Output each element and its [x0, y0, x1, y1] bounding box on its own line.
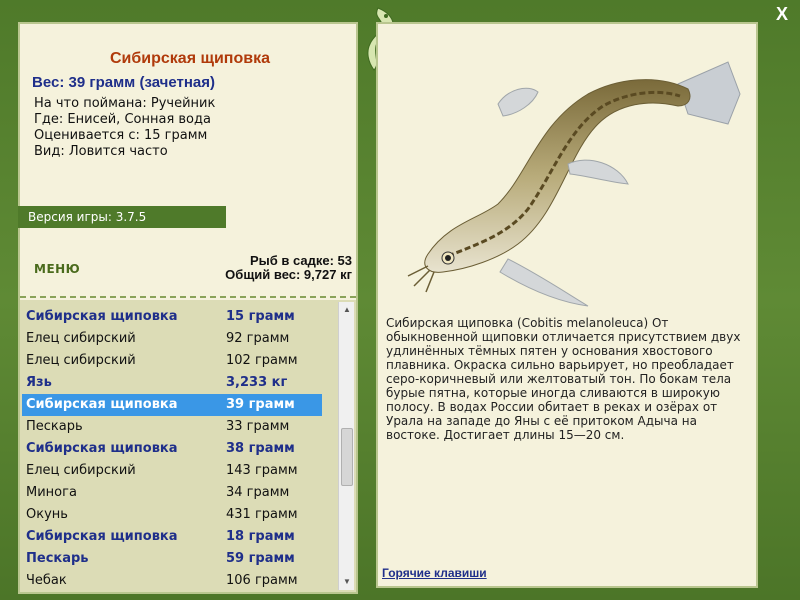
catch-row[interactable]: Окунь 431 грамм — [22, 504, 322, 526]
catch-name: Елец сибирский — [26, 331, 136, 346]
catch-weight: 431 грамм — [226, 507, 298, 522]
catch-weight: 38 грамм — [226, 441, 295, 456]
hotkeys-link[interactable]: Горячие клавиши — [382, 566, 487, 580]
catch-weight: 33 грамм — [226, 419, 290, 434]
catch-row[interactable]: Сибирская щиповка 39 грамм — [22, 394, 322, 416]
catch-list[interactable]: Сибирская щиповка 15 грамм Елец сибирский 9… — [20, 300, 356, 592]
catch-row[interactable]: Минога 34 грамм — [22, 482, 322, 504]
menu-button[interactable]: МЕНЮ — [34, 262, 80, 276]
catch-name: Чебак — [26, 573, 67, 588]
catch-name: Елец сибирский — [26, 463, 136, 478]
fish-weight: Вес: 39 грамм (зачетная) — [32, 74, 216, 91]
catch-panel: Сибирская щиповка Вес: 39 грамм (зачетна… — [18, 22, 358, 594]
divider — [20, 296, 356, 298]
scroll-down-icon[interactable]: ▼ — [339, 574, 355, 590]
catch-weight: 15 грамм — [226, 309, 295, 324]
fish-count: Рыб в садке: 53 — [249, 253, 352, 268]
version-bar: Версия игры: 3.7.5 — [18, 206, 226, 228]
fish-info-panel: Сибирская щиповка (Cobitis melanoleuca) … — [376, 22, 758, 588]
catch-weight: 143 грамм — [226, 463, 298, 478]
fish-kind: Вид: Ловится часто — [34, 144, 168, 159]
location: Где: Енисей, Сонная вода — [34, 112, 211, 127]
catch-name: Сибирская щиповка — [26, 529, 178, 544]
catch-row[interactable]: Чебак 106 грамм — [22, 570, 322, 592]
catch-weight: 92 грамм — [226, 331, 290, 346]
catch-name: Пескарь — [26, 551, 89, 566]
catch-name: Язь — [26, 375, 52, 390]
catch-weight: 102 грамм — [226, 353, 298, 368]
total-weight: Общий вес: 9,727 кг — [225, 267, 352, 282]
catch-name: Окунь — [26, 507, 68, 522]
catch-weight: 59 грамм — [226, 551, 295, 566]
fish-image — [407, 61, 741, 307]
caught-on: На что поймана: Ручейник — [34, 96, 216, 111]
scrollbar[interactable]: ▲ ▼ — [338, 302, 354, 590]
catch-weight: 39 грамм — [226, 397, 295, 412]
keepnet-stats: Рыб в садке: 53 Общий вес: 9,727 кг — [225, 254, 352, 282]
catch-name: Пескарь — [26, 419, 83, 434]
scroll-thumb[interactable] — [341, 428, 353, 486]
catch-name: Минога — [26, 485, 77, 500]
catch-row[interactable]: Язь 3,233 кг — [22, 372, 322, 394]
catch-row[interactable]: Пескарь 59 грамм — [22, 548, 322, 570]
fish-title: Сибирская щиповка — [110, 50, 270, 67]
catch-row[interactable]: Елец сибирский 143 грамм — [22, 460, 322, 482]
catch-weight: 18 грамм — [226, 529, 295, 544]
close-icon[interactable]: X — [772, 4, 792, 25]
catch-name: Сибирская щиповка — [26, 309, 178, 324]
catch-name: Сибирская щиповка — [26, 441, 178, 456]
fish-description: Сибирская щиповка (Cobitis melanoleuca) … — [386, 316, 741, 442]
catch-row[interactable]: Елец сибирский 92 грамм — [22, 328, 322, 350]
catch-row[interactable]: Елец сибирский 102 грамм — [22, 350, 322, 372]
catch-name: Елец сибирский — [26, 353, 136, 368]
scroll-up-icon[interactable]: ▲ — [339, 302, 355, 318]
catch-name: Сибирская щиповка — [26, 397, 178, 412]
catch-weight: 106 грамм — [226, 573, 298, 588]
catch-row[interactable]: Сибирская щиповка 15 грамм — [22, 306, 322, 328]
catch-row[interactable]: Сибирская щиповка 18 грамм — [22, 526, 322, 548]
valued-from: Оценивается с: 15 грамм — [34, 128, 208, 143]
catch-row[interactable]: Сибирская щиповка 38 грамм — [22, 438, 322, 460]
catch-weight: 3,233 кг — [226, 375, 288, 390]
catch-weight: 34 грамм — [226, 485, 290, 500]
catch-row[interactable]: Пескарь 33 грамм — [22, 416, 322, 438]
